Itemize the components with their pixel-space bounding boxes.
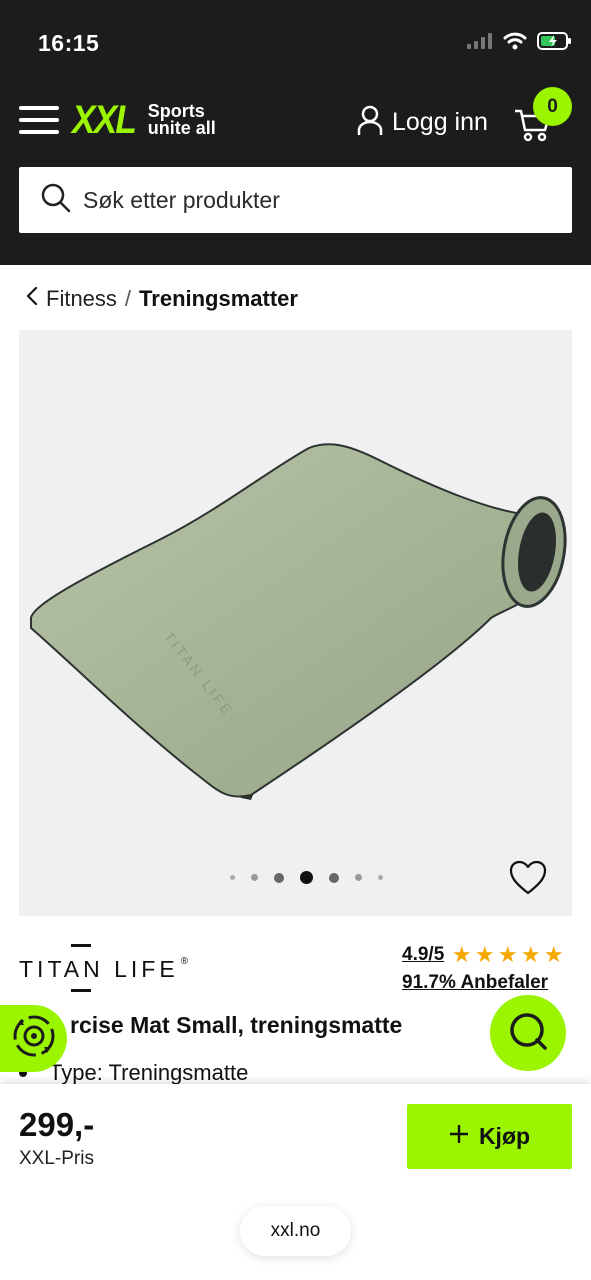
buy-button[interactable]: Kjøp: [407, 1104, 572, 1169]
gallery-dot[interactable]: [355, 874, 362, 881]
star-icon: ★: [543, 942, 564, 967]
login-label: Logg inn: [392, 107, 488, 136]
gallery-dot-active[interactable]: [300, 871, 313, 884]
menu-icon-bar: [19, 130, 59, 134]
battery-icon: [537, 31, 573, 56]
product-title: rcise Mat Small, treningsmatte: [0, 1012, 460, 1039]
breadcrumb-separator: /: [124, 286, 132, 311]
logo-tagline: Sports unite all: [147, 102, 216, 138]
rating-score-link[interactable]: 4.9/5: [402, 944, 444, 966]
gallery-dot[interactable]: [329, 872, 339, 883]
breadcrumb-parent-link[interactable]: Fitness: [46, 286, 117, 312]
logo-tagline-line-2: unite all: [147, 118, 216, 138]
recycle-icon: [11, 1013, 57, 1064]
product-rating: 4.9/5 ★ ★ ★ ★ ★ 91.7% Anbefaler: [402, 944, 577, 994]
star-icon: ★: [497, 942, 518, 967]
menu-icon-bar: [19, 106, 59, 110]
user-icon: [356, 104, 384, 141]
gallery-dot[interactable]: [274, 872, 284, 883]
favorite-button[interactable]: [509, 860, 547, 896]
menu-icon-bar: [19, 118, 59, 122]
chat-icon: [507, 1010, 549, 1057]
signal-icon: [467, 32, 493, 54]
status-icons: [467, 30, 573, 56]
breadcrumb-back[interactable]: Fitness: [26, 286, 117, 312]
search-placeholder: Søk etter produkter: [83, 186, 280, 213]
star-icon: ★: [520, 942, 541, 967]
buy-label: Kjøp: [478, 1123, 531, 1149]
brand-logo[interactable]: TITAN LIFE ®: [19, 944, 188, 992]
cart-count-badge: 0: [533, 87, 572, 126]
eco-badge-button[interactable]: [0, 1005, 67, 1072]
gallery-dot[interactable]: [251, 874, 258, 881]
status-time: 16:15: [38, 30, 100, 56]
star-icon: ★: [474, 942, 495, 967]
product-image-gallery[interactable]: TITAN LIFE: [19, 330, 572, 916]
gallery-dot[interactable]: [378, 875, 383, 880]
cart-icon: [512, 109, 552, 148]
purchase-bar: 299,- XXL-Pris Kjøp xxl.no: [0, 1084, 591, 1280]
chat-button[interactable]: [490, 995, 566, 1071]
brand-logo-bar: [71, 989, 91, 992]
wifi-icon: [503, 32, 527, 55]
price: 299,-: [19, 1106, 95, 1143]
chevron-left-icon: [26, 286, 38, 312]
plus-icon: [449, 1124, 469, 1149]
menu-button[interactable]: [19, 106, 59, 134]
heart-icon: [509, 860, 547, 900]
breadcrumb-current: Treningsmatter: [139, 286, 298, 311]
browser-url-pill[interactable]: xxl.no: [240, 1206, 351, 1256]
gallery-dot[interactable]: [230, 875, 235, 880]
price-label: XXL-Pris: [19, 1148, 94, 1169]
gallery-pagination: [222, 871, 391, 884]
product-feature-text: Type: Treningsmatte: [49, 1060, 249, 1085]
rating-stars: ★ ★ ★ ★ ★: [450, 944, 565, 966]
brand-logo-bar: [71, 944, 91, 947]
brand-name: TITAN LIFE ®: [19, 956, 189, 982]
search-input[interactable]: Søk etter produkter: [19, 167, 572, 233]
login-button[interactable]: Logg inn: [356, 102, 488, 142]
star-icon: ★: [451, 942, 472, 967]
breadcrumb: Fitness / Treningsmatter: [26, 284, 298, 314]
search-icon: [41, 183, 71, 218]
recommend-link[interactable]: 91.7% Anbefaler: [402, 972, 577, 994]
logo-wordmark: XXL: [72, 98, 137, 142]
xxl-logo[interactable]: XXL Sports unite all: [72, 100, 216, 140]
product-image: TITAN LIFE: [30, 443, 567, 800]
site-header: 16:15 XXL Sports unite all Logg inn 0 Sø…: [0, 0, 591, 265]
